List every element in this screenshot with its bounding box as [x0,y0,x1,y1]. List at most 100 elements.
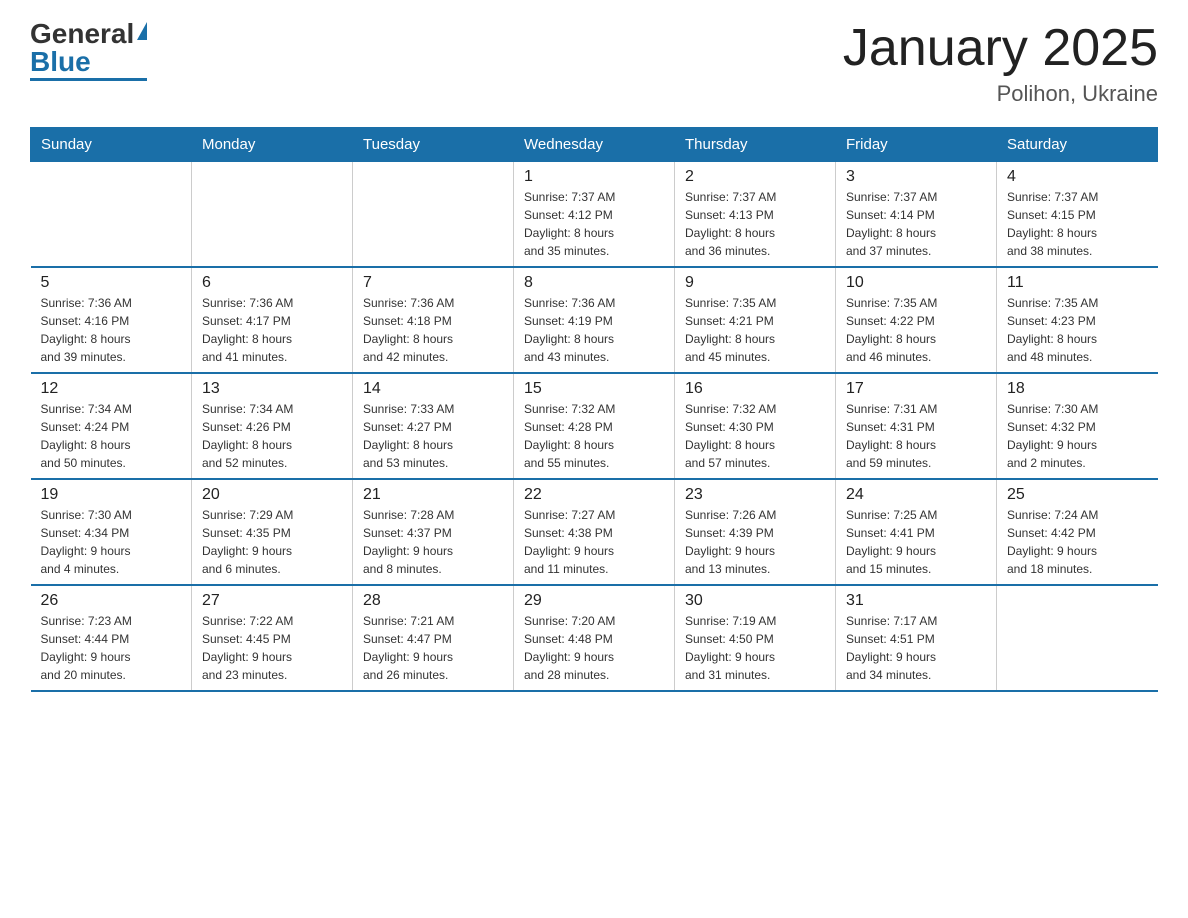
day-number: 2 [685,168,825,186]
calendar-cell [31,162,192,268]
calendar-day-header: Sunday [31,128,192,162]
calendar-cell: 13 Sunrise: 7:34 AM Sunset: 4:26 PM Dayli… [192,373,353,479]
day-info: Sunrise: 7:34 AM Sunset: 4:26 PM Dayligh… [202,400,342,472]
calendar-cell: 28 Sunrise: 7:21 AM Sunset: 4:47 PM Dayli… [353,585,514,691]
day-info: Sunrise: 7:36 AM Sunset: 4:17 PM Dayligh… [202,294,342,366]
day-info: Sunrise: 7:17 AM Sunset: 4:51 PM Dayligh… [846,612,986,684]
calendar-cell: 3 Sunrise: 7:37 AM Sunset: 4:14 PM Daylig… [836,162,997,268]
calendar-cell: 17 Sunrise: 7:31 AM Sunset: 4:31 PM Dayli… [836,373,997,479]
day-number: 25 [1007,486,1148,504]
calendar-table: SundayMondayTuesdayWednesdayThursdayFrid… [30,127,1158,692]
calendar-cell: 22Sunrise: 7:27 AM Sunset: 4:38 PM Dayli… [514,479,675,585]
day-number: 21 [363,486,503,504]
day-info: Sunrise: 7:35 AM Sunset: 4:23 PM Dayligh… [1007,294,1148,366]
calendar-cell: 21 Sunrise: 7:28 AM Sunset: 4:37 PM Dayli… [353,479,514,585]
day-info: Sunrise: 7:36 AM Sunset: 4:18 PM Dayligh… [363,294,503,366]
day-number: 1 [524,168,664,186]
day-info: Sunrise: 7:31 AM Sunset: 4:31 PM Dayligh… [846,400,986,472]
day-info: Sunrise: 7:32 AM Sunset: 4:30 PM Dayligh… [685,400,825,472]
day-number: 11 [1007,274,1148,292]
day-number: 29 [524,592,664,610]
calendar-cell: 18 Sunrise: 7:30 AM Sunset: 4:32 PM Dayli… [997,373,1158,479]
calendar-cell [997,585,1158,691]
day-info: Sunrise: 7:30 AM Sunset: 4:32 PM Dayligh… [1007,400,1148,472]
calendar-title: January 2025 [843,20,1158,77]
day-info: Sunrise: 7:32 AM Sunset: 4:28 PM Dayligh… [524,400,664,472]
calendar-cell: 31Sunrise: 7:17 AM Sunset: 4:51 PM Dayli… [836,585,997,691]
day-info: Sunrise: 7:20 AM Sunset: 4:48 PM Dayligh… [524,612,664,684]
calendar-day-header: Saturday [997,128,1158,162]
page-header: General Blue January 2025 Polihon, Ukrai… [30,20,1158,107]
calendar-cell: 1 Sunrise: 7:37 AM Sunset: 4:12 PM Daylig… [514,162,675,268]
day-info: Sunrise: 7:37 AM Sunset: 4:12 PM Dayligh… [524,188,664,260]
calendar-cell [192,162,353,268]
calendar-cell: 6Sunrise: 7:36 AM Sunset: 4:17 PM Daylig… [192,267,353,373]
calendar-cell: 29 Sunrise: 7:20 AM Sunset: 4:48 PM Dayli… [514,585,675,691]
calendar-day-header: Wednesday [514,128,675,162]
day-number: 28 [363,592,503,610]
day-info: Sunrise: 7:37 AM Sunset: 4:13 PM Dayligh… [685,188,825,260]
day-number: 20 [202,486,342,504]
day-info: Sunrise: 7:36 AM Sunset: 4:16 PM Dayligh… [41,294,182,366]
day-info: Sunrise: 7:23 AM Sunset: 4:44 PM Dayligh… [41,612,182,684]
calendar-cell: 20 Sunrise: 7:29 AM Sunset: 4:35 PM Dayli… [192,479,353,585]
calendar-cell [353,162,514,268]
day-info: Sunrise: 7:37 AM Sunset: 4:14 PM Dayligh… [846,188,986,260]
day-info: Sunrise: 7:36 AM Sunset: 4:19 PM Dayligh… [524,294,664,366]
calendar-cell: 7 Sunrise: 7:36 AM Sunset: 4:18 PM Daylig… [353,267,514,373]
calendar-cell: 5 Sunrise: 7:36 AM Sunset: 4:16 PM Daylig… [31,267,192,373]
day-info: Sunrise: 7:29 AM Sunset: 4:35 PM Dayligh… [202,506,342,578]
logo-underline [30,78,147,81]
day-number: 3 [846,168,986,186]
calendar-cell: 25 Sunrise: 7:24 AM Sunset: 4:42 PM Dayli… [997,479,1158,585]
day-number: 4 [1007,168,1148,186]
calendar-header-row: SundayMondayTuesdayWednesdayThursdayFrid… [31,128,1158,162]
day-info: Sunrise: 7:22 AM Sunset: 4:45 PM Dayligh… [202,612,342,684]
calendar-cell: 15 Sunrise: 7:32 AM Sunset: 4:28 PM Dayli… [514,373,675,479]
calendar-cell: 26 Sunrise: 7:23 AM Sunset: 4:44 PM Dayli… [31,585,192,691]
day-info: Sunrise: 7:28 AM Sunset: 4:37 PM Dayligh… [363,506,503,578]
day-number: 14 [363,380,503,398]
day-number: 5 [41,274,182,292]
calendar-cell: 9 Sunrise: 7:35 AM Sunset: 4:21 PM Daylig… [675,267,836,373]
calendar-cell: 8 Sunrise: 7:36 AM Sunset: 4:19 PM Daylig… [514,267,675,373]
calendar-cell: 11 Sunrise: 7:35 AM Sunset: 4:23 PM Dayli… [997,267,1158,373]
calendar-week-row: 12 Sunrise: 7:34 AM Sunset: 4:24 PM Dayli… [31,373,1158,479]
logo: General Blue [30,20,147,81]
calendar-week-row: 5 Sunrise: 7:36 AM Sunset: 4:16 PM Daylig… [31,267,1158,373]
day-info: Sunrise: 7:34 AM Sunset: 4:24 PM Dayligh… [41,400,182,472]
calendar-day-header: Monday [192,128,353,162]
day-number: 27 [202,592,342,610]
calendar-cell: 2 Sunrise: 7:37 AM Sunset: 4:13 PM Daylig… [675,162,836,268]
day-number: 8 [524,274,664,292]
calendar-cell: 23Sunrise: 7:26 AM Sunset: 4:39 PM Dayli… [675,479,836,585]
day-number: 13 [202,380,342,398]
calendar-cell: 4 Sunrise: 7:37 AM Sunset: 4:15 PM Daylig… [997,162,1158,268]
calendar-cell: 27 Sunrise: 7:22 AM Sunset: 4:45 PM Dayli… [192,585,353,691]
calendar-cell: 10Sunrise: 7:35 AM Sunset: 4:22 PM Dayli… [836,267,997,373]
day-number: 12 [41,380,182,398]
calendar-cell: 30Sunrise: 7:19 AM Sunset: 4:50 PM Dayli… [675,585,836,691]
calendar-week-row: 1 Sunrise: 7:37 AM Sunset: 4:12 PM Daylig… [31,162,1158,268]
day-number: 24 [846,486,986,504]
day-info: Sunrise: 7:35 AM Sunset: 4:21 PM Dayligh… [685,294,825,366]
day-info: Sunrise: 7:21 AM Sunset: 4:47 PM Dayligh… [363,612,503,684]
day-info: Sunrise: 7:27 AM Sunset: 4:38 PM Dayligh… [524,506,664,578]
day-number: 9 [685,274,825,292]
calendar-cell: 16Sunrise: 7:32 AM Sunset: 4:30 PM Dayli… [675,373,836,479]
day-info: Sunrise: 7:33 AM Sunset: 4:27 PM Dayligh… [363,400,503,472]
calendar-cell: 14 Sunrise: 7:33 AM Sunset: 4:27 PM Dayli… [353,373,514,479]
calendar-day-header: Friday [836,128,997,162]
day-info: Sunrise: 7:37 AM Sunset: 4:15 PM Dayligh… [1007,188,1148,260]
day-number: 17 [846,380,986,398]
day-info: Sunrise: 7:35 AM Sunset: 4:22 PM Dayligh… [846,294,986,366]
day-number: 26 [41,592,182,610]
day-info: Sunrise: 7:24 AM Sunset: 4:42 PM Dayligh… [1007,506,1148,578]
day-number: 18 [1007,380,1148,398]
calendar-cell: 19Sunrise: 7:30 AM Sunset: 4:34 PM Dayli… [31,479,192,585]
title-section: January 2025 Polihon, Ukraine [843,20,1158,107]
day-number: 7 [363,274,503,292]
day-number: 15 [524,380,664,398]
calendar-location: Polihon, Ukraine [843,81,1158,107]
calendar-week-row: 26 Sunrise: 7:23 AM Sunset: 4:44 PM Dayli… [31,585,1158,691]
